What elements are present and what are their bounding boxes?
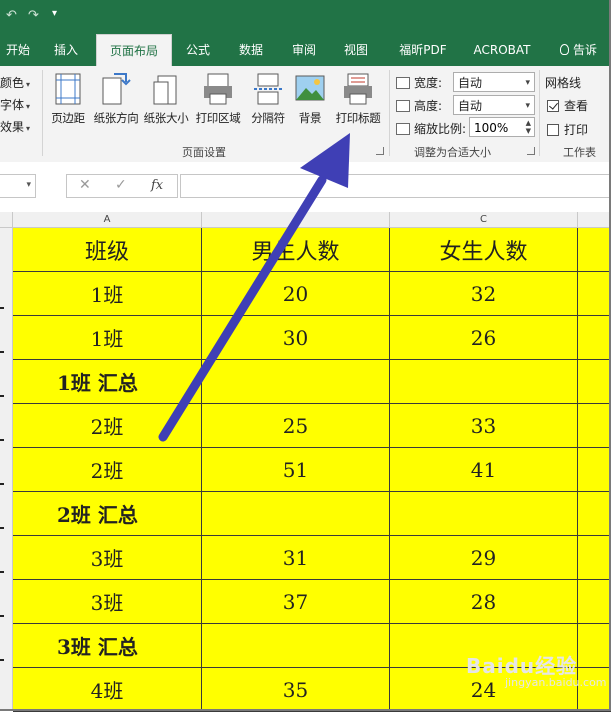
watermark-logo: Baidu经验	[466, 654, 578, 678]
annotation-arrow	[158, 133, 350, 442]
arrow-shaft	[158, 175, 327, 442]
watermark-url: jingyan.baidu.com	[505, 676, 607, 689]
